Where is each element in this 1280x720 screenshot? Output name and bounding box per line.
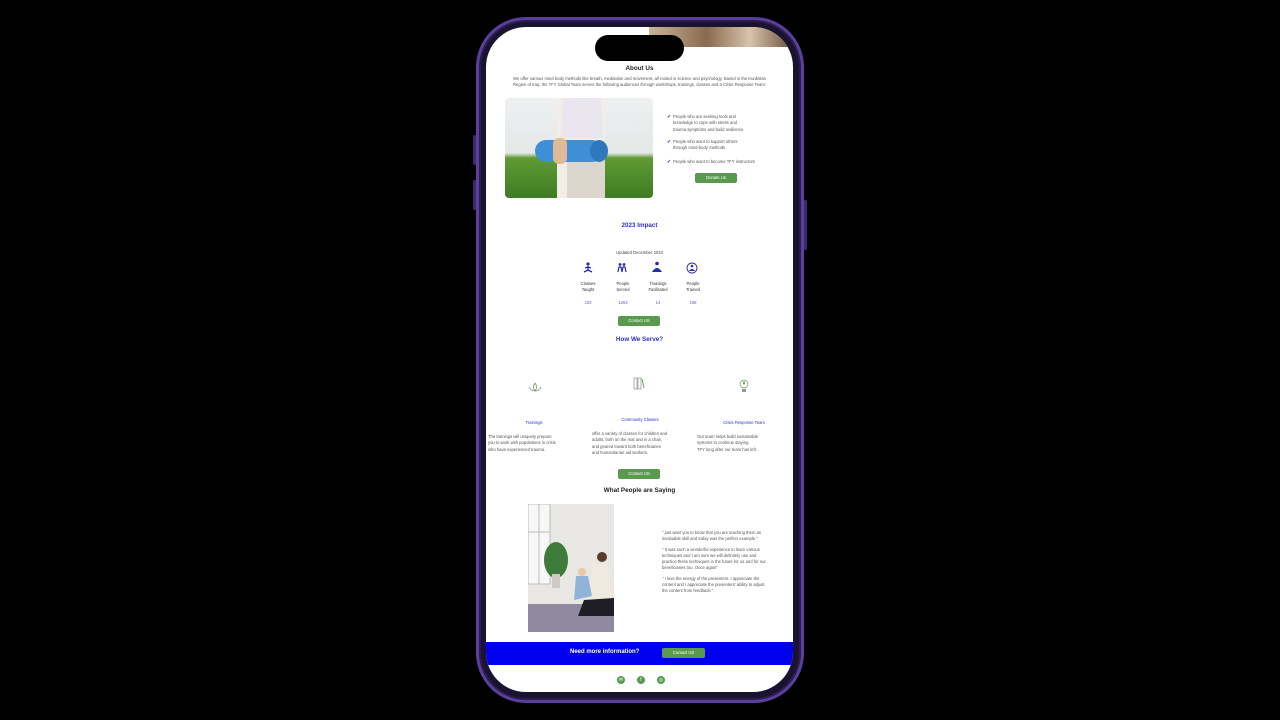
list-item-text: through mind-body methods: [673, 145, 726, 151]
desc-line: and humanitarian aid workers.: [592, 449, 649, 455]
stat-value: 1264: [618, 300, 628, 305]
donate-button[interactable]: Donate Us: [695, 173, 737, 183]
testimonial-quotes: " just want you to know that you are tea…: [662, 530, 787, 595]
stat-label-line: Taught: [581, 287, 595, 293]
serve-item-title: Community Classes: [621, 417, 659, 422]
power-button: [804, 200, 807, 250]
impact-title: 2023 Impact: [621, 222, 658, 229]
mother-child-yoga-photo: [528, 504, 614, 632]
stat-value: 14: [655, 300, 661, 305]
stat-label-line: Served: [616, 287, 630, 293]
impact-contact-button[interactable]: Contact US: [618, 316, 660, 326]
serve-title: How We Serve?: [615, 336, 664, 343]
serve-item-desc: offer a variety of classes for children …: [592, 431, 692, 456]
books-icon: [633, 377, 645, 390]
testimonials-title: What People are Saying: [603, 487, 676, 494]
stat-label-line: Facilitated: [648, 287, 668, 293]
meditation-person-icon: [583, 262, 593, 273]
serve-item-title: Crisis Response Team: [723, 420, 765, 425]
trainer-icon: [652, 261, 662, 272]
facebook-icon[interactable]: f: [637, 676, 645, 684]
phone-screen: About Us We offer various mind-body meth…: [486, 27, 793, 692]
serve-item-desc: The trainings will uniquely prepare you …: [488, 434, 588, 453]
list-item-text: trauma symptoms and build resilience: [673, 126, 744, 132]
cta-text: Need more information?: [570, 649, 640, 655]
stat-value: 220: [584, 300, 592, 305]
stat-value: 168: [689, 300, 697, 305]
quote-line: the content from feedback.": [662, 588, 714, 594]
serve-contact-button[interactable]: Contact US: [618, 469, 660, 479]
trained-group-icon: [686, 262, 698, 274]
check-icon: ✔: [667, 114, 672, 120]
dynamic-island: [595, 35, 684, 61]
impact-updated: Updated December 2023: [616, 250, 663, 255]
desc-line: who have experienced trauma.: [488, 446, 546, 452]
cta-bar: Need more information? Contact US: [486, 642, 793, 665]
about-intro: We offer various mind-body methods like …: [486, 76, 793, 89]
desc-line: TFY long after our team has left.: [697, 446, 757, 452]
stat-label: Trainings Facilitated: [643, 281, 673, 294]
check-icon: ✔: [667, 159, 672, 165]
people-served-icon: [617, 263, 627, 273]
volume-button: [473, 135, 476, 165]
stat-label: Classes Taught: [573, 281, 603, 294]
serve-item-desc: Our team helps build sustainable systems…: [697, 434, 791, 453]
growth-bulb-icon: [739, 379, 749, 392]
stat-label: People Served: [608, 281, 638, 294]
volume-button: [473, 180, 476, 210]
stat-label-line: Trained: [685, 287, 701, 293]
check-icon: ✔: [667, 139, 672, 145]
email-icon[interactable]: ✉: [617, 676, 625, 684]
instagram-icon[interactable]: ◎: [657, 676, 665, 684]
about-title: About Us: [625, 65, 654, 72]
about-intro-line: Region of Iraq, the TFY Global Team serv…: [513, 82, 766, 88]
cta-contact-button[interactable]: Contact US: [662, 648, 705, 658]
stat-label: People Trained: [678, 281, 708, 294]
list-item-text: People who want to become TFY instructor…: [673, 159, 756, 164]
yoga-mat-photo: [505, 98, 653, 198]
lotus-icon: [528, 382, 542, 392]
serve-item-title: Trainings: [525, 420, 543, 425]
